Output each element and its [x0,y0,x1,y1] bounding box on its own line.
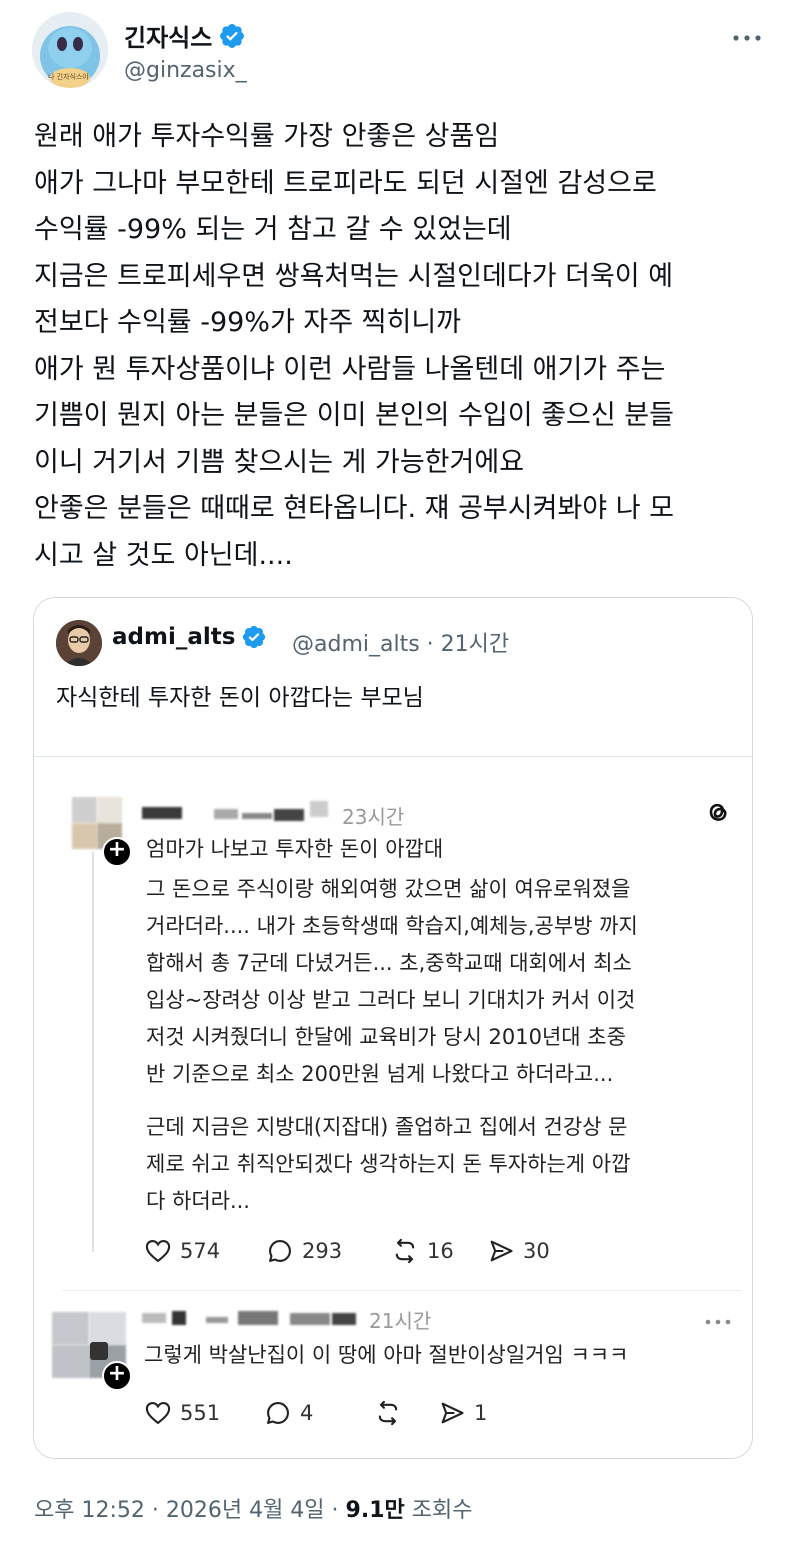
like-count: 551 [180,1401,221,1425]
comment-button[interactable]: 293 [266,1237,391,1265]
repost-button[interactable]: 16 [391,1237,487,1265]
threads-post-line: 그 돈으로 주식이랑 해외여행 갔으면 삶이 여유로워졌을 [146,877,631,901]
tweet-line: 전보다 수익률 -99%가 자주 찍히니까 [34,307,462,338]
quote-avatar[interactable] [56,620,102,666]
quote-tweet-card[interactable]: admi_alts @admi_alts · 21시간 자식한테 투자한 돈이 … [33,597,753,1459]
threads-post-line: 저것 시켜줬더니 한달에 교육비가 당시 2010년대 초중 [146,1025,626,1049]
threads-logo-icon[interactable] [702,797,732,827]
verified-badge-icon [243,625,266,649]
tweet-text: 원래 애가 투자수익률 가장 안좋은 상품임 애가 그나마 부모한테 트로피라도… [34,114,758,579]
author-name-text: 긴자식스 [124,24,213,52]
repost-count: 16 [427,1239,454,1263]
more-horizontal-icon[interactable] [732,20,762,50]
view-count: 9.1만 [345,1498,405,1523]
threads-post-line: 입상~장려상 이상 받고 그러다 보니 기대치가 커서 이것 [146,988,636,1012]
tweet-line: 기쁨이 뭔지 아는 분들은 이미 본인의 수입이 좋으신 분들 [34,400,674,431]
censored-username [142,801,352,823]
view-label: 조회수 [404,1498,473,1523]
share-button[interactable]: 30 [487,1237,550,1265]
threads-post-line: 제로 쉬고 취직안되겠다 생각하는지 돈 투자하는게 아깝 [146,1152,631,1176]
tweet-timestamp: 오후 12:52 · 2026년 4월 4일 · 9.1만 조회수 [34,1492,472,1524]
like-button[interactable]: 574 [144,1237,266,1265]
tweet-line: 원래 애가 투자수익률 가장 안좋은 상품임 [34,121,500,152]
quoted-image[interactable]: + 23시간 엄마가 나보고 투자한 돈이 아깝대 그 돈으로 주식이랑 해외여… [34,756,752,1458]
comment-count: 4 [300,1401,314,1425]
tweet-line: 지금은 트로피세우면 쌍욕처먹는 시절인데다가 더욱이 예 [34,260,674,292]
comment-count: 293 [302,1239,343,1263]
tweet-header: 나 긴자식스야 긴자식스 @ginzasix_ [32,12,762,92]
send-icon [490,1240,513,1262]
threads-post-line: 거라더라.... 내가 초등학생때 학습지,예체능,공부방 까지 [146,914,638,938]
repost-button[interactable] [374,1399,438,1427]
quote-author-name[interactable]: admi_alts [112,624,267,650]
threads-post-line: 엄마가 나보고 투자한 돈이 아깝대 [146,837,444,861]
repost-icon [378,1400,398,1426]
verified-badge-icon [220,23,245,48]
reply-actions: 551 4 1 [144,1399,487,1427]
threads-post-line: 다 하더라... [146,1189,250,1213]
like-count: 574 [180,1239,221,1263]
quote-text: 자식한테 투자한 돈이 아깝다는 부모님 [56,685,424,711]
share-count: 30 [523,1239,550,1263]
author-handle[interactable]: @ginzasix_ [124,58,247,83]
avatar[interactable]: 나 긴자식스야 [32,12,108,88]
threads-post-actions: 574 293 16 30 [144,1237,550,1265]
threads-post-line: 근데 지금은 지방대(지잡대) 졸업하고 집에서 건강상 문 [146,1115,628,1139]
censored-username [142,1305,402,1327]
quote-handle-time[interactable]: @admi_alts · 21시간 [292,626,509,658]
quote-author-name-text: admi_alts [112,624,236,650]
repost-icon [395,1238,415,1264]
author-name[interactable]: 긴자식스 [124,18,246,53]
avatar-caption: 나 긴자식스야 [48,73,89,81]
heart-icon [145,1402,171,1425]
thread-connector-line [92,852,94,1252]
comment-button[interactable]: 4 [264,1399,374,1427]
reply-time: 21시간 [369,1309,432,1333]
tweet-line: 시고 살 것도 아닌데.... [34,539,293,571]
like-button[interactable]: 551 [144,1399,264,1427]
follow-plus-icon[interactable]: + [102,837,132,867]
share-count: 1 [474,1401,488,1425]
reply-text: 그렇게 박살난집이 이 땅에 아마 절반이상일거임 ㅋㅋㅋ [144,1343,629,1367]
tweet-line: 애가 뭔 투자상품이냐 이런 사람들 나올텐데 애기가 주는 [34,353,666,385]
tweet-line: 이니 거기서 기쁨 찾으시는 게 가능한거에요 [34,446,525,478]
threads-post-line: 합해서 총 7군데 다녔거든... 초,중학교때 대회에서 최소 [146,951,632,975]
send-icon [441,1402,464,1424]
divider [62,1290,742,1291]
tweet-line: 안좋은 분들은 때때로 현타옵니다. 쟤 공부시켜봐야 나 모 [34,493,674,524]
follow-plus-icon[interactable]: + [102,1361,132,1391]
comment-icon [269,1240,291,1262]
tweet-line: 수익률 -99% 되는 거 참고 갈 수 있었는데 [34,214,512,245]
tweet-line: 애가 그나마 부모한테 트로피라도 되던 시절엔 감성으로 [34,167,657,199]
heart-icon [145,1240,171,1263]
share-button[interactable]: 1 [438,1399,487,1427]
threads-post-line: 반 기준으로 최소 200만원 넘게 나왔다고 하더라고... [146,1062,614,1086]
threads-post-time: 23시간 [342,805,405,829]
more-horizontal-icon[interactable] [704,1311,732,1330]
comment-icon [267,1402,289,1424]
post-time[interactable]: 오후 12:52 · 2026년 4월 4일 · [34,1498,346,1523]
